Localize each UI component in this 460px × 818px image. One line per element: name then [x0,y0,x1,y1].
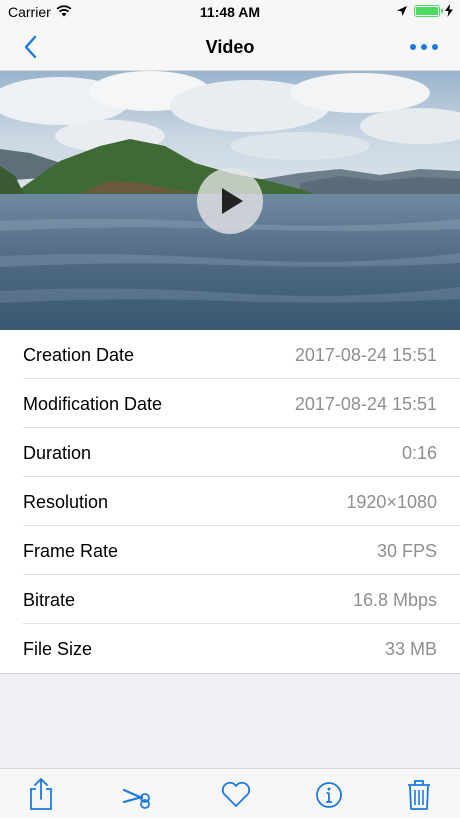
more-button[interactable] [404,32,444,62]
heart-icon [221,781,251,807]
play-button[interactable] [197,168,263,234]
bottom-toolbar [0,768,460,818]
detail-value: 1920×1080 [346,492,437,512]
detail-value: 30 FPS [376,541,437,561]
status-bar: Carrier 11:48 AM [0,0,460,24]
detail-row-resolution: Resolution 1920×1080 [0,477,460,526]
detail-row-frame-rate: Frame Rate 30 FPS [0,526,460,575]
detail-row-duration: Duration 0:16 [0,428,460,477]
detail-row-creation-date: Creation Date 2017-08-24 15:51 [0,330,460,379]
battery-icon [414,5,440,17]
info-button[interactable] [311,777,347,811]
page-title: Video [205,37,255,57]
detail-value: 16.8 Mbps [352,590,437,610]
detail-label: Duration [23,443,92,463]
detail-value: 0:16 [401,443,437,463]
delete-button[interactable] [401,777,437,811]
clock: 11:48 AM [199,4,261,20]
navigation-bar: Video [0,24,460,71]
trim-button[interactable] [120,777,156,811]
favorite-button[interactable] [218,777,254,811]
detail-value: 2017-08-24 15:51 [294,345,437,365]
detail-row-file-size: File Size 33 MB [0,624,460,673]
info-icon [316,782,342,808]
ellipsis-icon [410,44,438,50]
detail-value: 33 MB [384,639,437,659]
location-icon [396,4,408,20]
detail-row-modification-date: Modification Date 2017-08-24 15:51 [0,379,460,428]
detail-row-bitrate: Bitrate 16.8 Mbps [0,575,460,624]
play-icon [222,188,243,214]
scissors-icon [122,788,150,809]
detail-value: 2017-08-24 15:51 [294,394,437,414]
detail-label: Bitrate [23,590,76,610]
detail-label: Frame Rate [23,541,119,561]
video-thumbnail[interactable] [0,71,460,330]
share-icon [30,778,52,810]
share-button[interactable] [23,777,59,811]
detail-label: Resolution [23,492,109,512]
trash-icon [408,780,430,810]
charging-icon [445,4,453,20]
battery-tip [441,9,443,13]
detail-label: Creation Date [23,345,135,365]
detail-label: Modification Date [23,394,163,414]
video-details-list: Creation Date 2017-08-24 15:51 Modificat… [0,330,460,674]
detail-label: File Size [23,639,93,659]
